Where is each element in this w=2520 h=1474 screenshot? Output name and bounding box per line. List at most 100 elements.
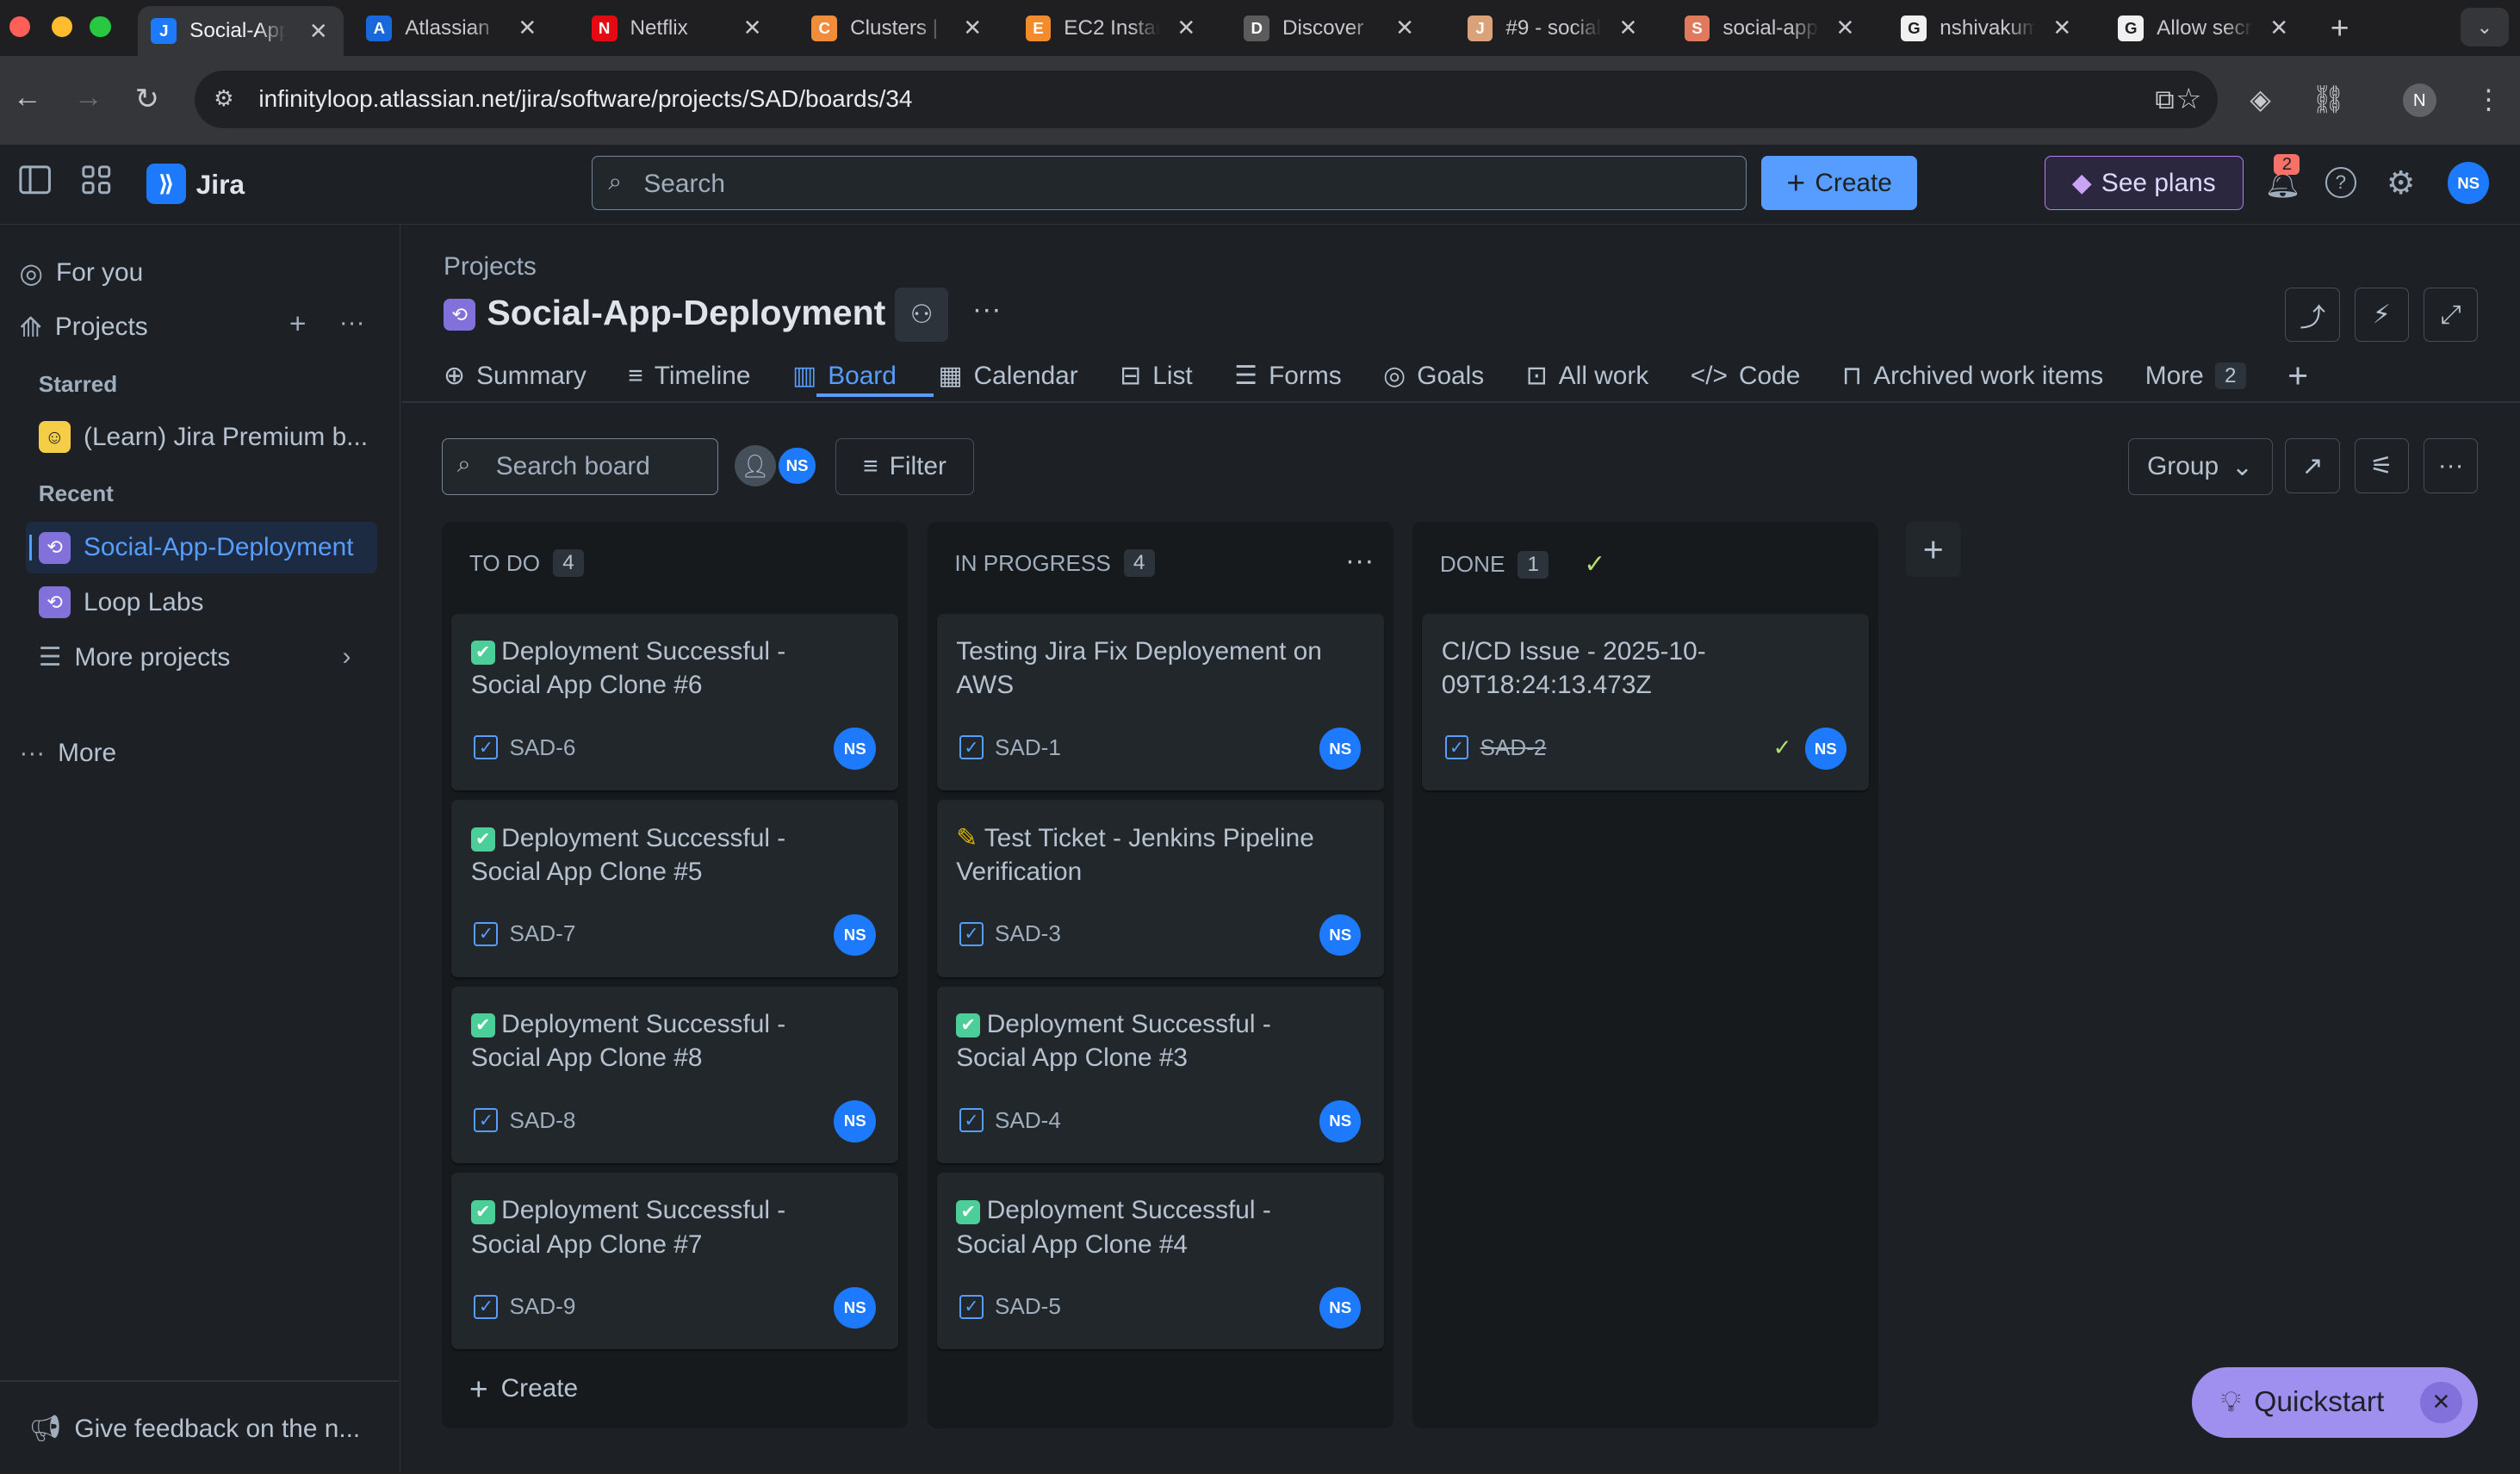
sidebar-item-social-app-deployment[interactable]: ⟲ Social-App-Deployment (38, 531, 354, 564)
board-more-icon[interactable]: ··· (2423, 438, 2479, 493)
global-search-input[interactable]: ⌕ Search (591, 155, 1747, 211)
starred-project-item[interactable]: ☺ (Learn) Jira Premium b... (38, 420, 368, 454)
tab-goals[interactable]: ◎ Goals (1383, 356, 1484, 395)
tab-code[interactable]: </> Code (1691, 356, 1801, 395)
assignee-avatar[interactable]: NS (834, 728, 876, 770)
browser-tab[interactable]: J Social-App-Deployment ✕ (138, 6, 344, 57)
browser-tab[interactable]: C Clusters | ... ✕ (798, 6, 997, 49)
help-icon[interactable]: ? (2325, 167, 2356, 198)
close-tab-icon[interactable]: ✕ (743, 15, 762, 41)
share-icon[interactable]: ⤴ (2285, 288, 2340, 343)
minimize-window-button[interactable] (51, 15, 72, 37)
board-card[interactable]: ✔ Deployment Successful - Social App Clon… (936, 986, 1384, 1163)
board-search-input[interactable]: ⌕ Search board (442, 438, 719, 495)
board-card[interactable]: ✔ Deployment Successful - Social App Clon… (936, 1173, 1384, 1350)
card-key[interactable]: ✓ SAD-1 (959, 734, 1061, 761)
assignee-avatar[interactable]: NS (834, 914, 876, 957)
app-switcher-icon[interactable] (82, 165, 111, 202)
assignee-avatar[interactable]: NS (1319, 728, 1362, 770)
new-tab-button[interactable]: + (2331, 9, 2349, 46)
breadcrumb[interactable]: Projects (444, 252, 537, 282)
create-button[interactable]: + Create (1761, 155, 1918, 211)
sidebar-item-projects[interactable]: ⟰ Projects (19, 312, 147, 344)
browser-tab[interactable]: Gnshivakumar ✕ (1889, 6, 2088, 49)
quickstart-button[interactable]: 💡︎ Quickstart ✕ (2192, 1366, 2479, 1439)
app-name[interactable]: Jira (196, 169, 245, 201)
column-header[interactable]: IN PROGRESS 4 (954, 549, 1155, 577)
card-key[interactable]: ✓ SAD-6 (474, 734, 575, 761)
group-dropdown[interactable]: Group ⌄ (2127, 438, 2273, 495)
card-key[interactable]: ✓ SAD-9 (474, 1293, 575, 1320)
projects-more-icon[interactable]: ··· (339, 308, 365, 338)
insights-chart-icon[interactable]: ↗ (2285, 438, 2340, 493)
tab-list[interactable]: ⊟ List (1120, 356, 1193, 395)
browser-tab[interactable]: Ssocial-app ✕ (1672, 6, 1871, 49)
card-key[interactable]: ✓ SAD-4 (959, 1107, 1061, 1134)
card-key[interactable]: ✓ SAD-2 (1444, 734, 1546, 761)
link-icon[interactable]: ⛓ (2311, 84, 2345, 115)
browser-tab[interactable]: D Discover ✕ (1231, 6, 1430, 49)
sidebar-item-loop-labs[interactable]: ⟲ Loop Labs (38, 586, 203, 619)
browser-menu-icon[interactable]: ⋮ (2475, 84, 2503, 115)
browser-tab[interactable]: E EC2 Instances ✕ (1013, 6, 1212, 49)
assignee-avatar[interactable]: NS (1319, 914, 1362, 957)
tab-timeline[interactable]: ≡ Timeline (628, 356, 750, 395)
maximize-window-button[interactable] (90, 15, 111, 37)
board-card[interactable]: CI/CD Issue - 2025-10-09T18:24:13.473Z ✓ S… (1422, 613, 1870, 791)
sidebar-item-more-projects[interactable]: ☰ More projects (39, 642, 230, 672)
close-tab-icon[interactable]: ✕ (963, 15, 982, 41)
reload-button[interactable]: ↻ (135, 82, 159, 116)
tab-forms[interactable]: ☰ Forms (1234, 356, 1341, 395)
close-window-button[interactable] (9, 15, 31, 37)
bookmark-star-icon[interactable]: ☆ (2176, 82, 2201, 116)
profile-avatar[interactable]: N (2402, 84, 2436, 118)
site-settings-icon[interactable]: ⚙ (214, 85, 233, 112)
unassigned-avatar-icon[interactable]: 👤︎ (734, 444, 777, 487)
card-key[interactable]: ✓ SAD-3 (959, 920, 1061, 947)
tab-board[interactable]: ▥ Board (792, 356, 897, 395)
see-plans-button[interactable]: ◆ See plans (2044, 155, 2244, 211)
tab-summary[interactable]: ⊕ Summary (444, 356, 587, 395)
close-tab-icon[interactable]: ✕ (1619, 15, 1638, 41)
board-card[interactable]: ✎ Test Ticket - Jenkins Pipeline Verifica… (936, 800, 1384, 977)
automation-lightning-icon[interactable]: ⚡︎ (2354, 288, 2410, 343)
tab-all-work[interactable]: ⊡ All work (1526, 356, 1649, 395)
column-more-icon[interactable]: ··· (1345, 545, 1375, 578)
close-tab-icon[interactable]: ✕ (309, 18, 328, 45)
project-more-icon[interactable]: ··· (972, 294, 1002, 326)
extensions-icon[interactable]: ⧉ (2155, 84, 2175, 116)
tab-calendar[interactable]: ▦ Calendar (938, 356, 1077, 395)
board-card[interactable]: ✔ Deployment Successful - Social App Clon… (451, 986, 899, 1163)
add-project-icon[interactable]: + (289, 308, 307, 341)
sidebar-toggle-icon[interactable] (19, 165, 52, 202)
forward-button[interactable]: → (74, 82, 103, 115)
close-tab-icon[interactable]: ✕ (2052, 15, 2071, 41)
browser-tab[interactable]: A Atlassian ✕ (354, 6, 553, 49)
assignee-avatar[interactable]: NS (834, 1286, 876, 1329)
board-card[interactable]: ✔ Deployment Successful - Social App Clon… (451, 613, 899, 791)
create-issue-button[interactable]: + Create (469, 1371, 578, 1408)
board-card[interactable]: ✔ Deployment Successful - Social App Clon… (451, 800, 899, 977)
fullscreen-icon[interactable]: ⤢ (2423, 288, 2479, 343)
card-key[interactable]: ✓ SAD-5 (959, 1293, 1061, 1320)
board-card[interactable]: Testing Jira Fix Deployement on AWS ✓ SAD-… (936, 613, 1384, 791)
give-feedback-button[interactable]: 📢︎ Give feedback on the n... (29, 1414, 361, 1444)
tab-more[interactable]: More 2 (2145, 356, 2246, 395)
tab-search-button[interactable]: ⌄ (2460, 8, 2509, 47)
jira-logo-icon[interactable]: ⟫ (146, 164, 187, 204)
column-header[interactable]: DONE 1 ✓ (1440, 549, 1605, 579)
close-tab-icon[interactable]: ✕ (1395, 15, 1414, 41)
browser-tab[interactable]: J #9 - social ✕ (1455, 6, 1654, 49)
settings-gear-icon[interactable]: ⚙ (2387, 164, 2415, 201)
card-key[interactable]: ✓ SAD-8 (474, 1107, 575, 1134)
team-icon[interactable]: ⚇ (895, 288, 948, 343)
assignee-avatar[interactable]: NS (834, 1100, 876, 1143)
close-tab-icon[interactable]: ✕ (1835, 15, 1854, 41)
add-column-button[interactable]: + (1906, 522, 1961, 577)
back-button[interactable]: ← (13, 82, 42, 115)
chevron-right-icon[interactable]: › (342, 642, 351, 672)
close-tab-icon[interactable]: ✕ (2269, 15, 2288, 41)
close-quickstart-icon[interactable]: ✕ (2420, 1381, 2462, 1424)
browser-tab[interactable]: G Allow secret ✕ (2105, 6, 2304, 49)
column-header[interactable]: TO DO 4 (469, 549, 584, 577)
